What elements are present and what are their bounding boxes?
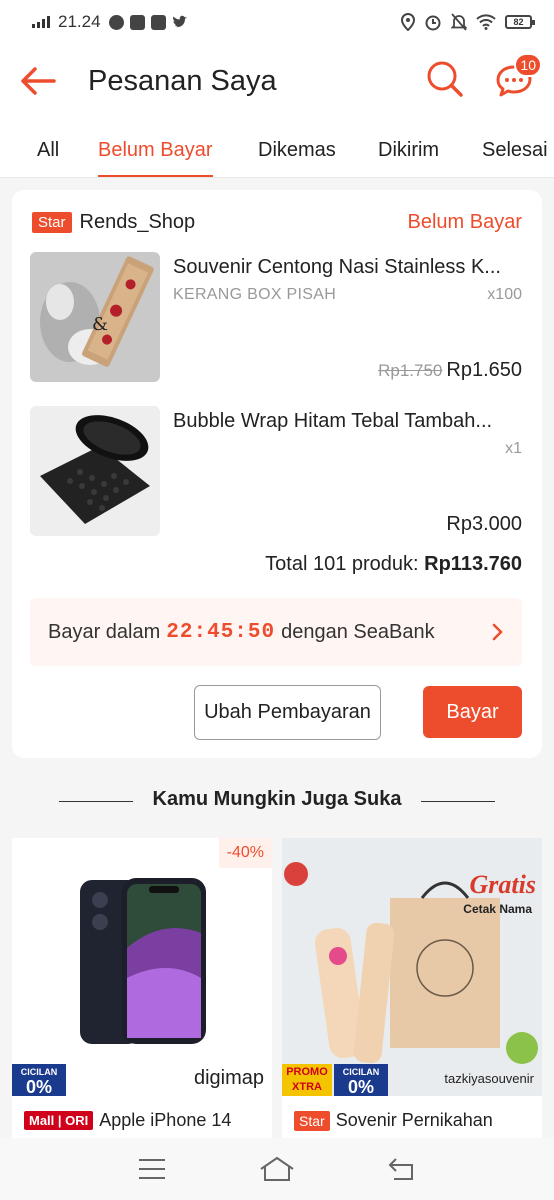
tab-dikemas[interactable]: Dikemas (258, 118, 336, 177)
product-name: Sovenir Pernikahan (335, 1110, 493, 1130)
product-thumbnail-souvenir: & (30, 252, 160, 382)
star-seller-tag: Star (32, 211, 72, 233)
product-card-iphone[interactable]: -40% CICILAN 0% digimap Mall | ORI Apple … (12, 838, 272, 1138)
menu-icon (139, 1159, 166, 1179)
item-final-price: Rp1.650 (446, 359, 522, 381)
product-image-souvenir: Gratis Cetak Nama PROMO XTRA CICILAN 0% ta… (282, 838, 542, 1096)
product-name: Apple iPhone 14 (99, 1110, 232, 1130)
chevron-right-icon (492, 623, 503, 641)
product-title: Mall | ORI Apple iPhone 14 (24, 1110, 266, 1131)
order-item[interactable]: & Souvenir Centong Nasi Stainless K... K… (30, 252, 522, 382)
item-final-price: Rp3.000 (446, 513, 522, 535)
svg-text:&: & (92, 314, 108, 335)
overlay-gratis: Gratis (469, 870, 536, 899)
order-card[interactable]: Star Rends_Shop Belum Bayar & Souvenir C (12, 190, 542, 758)
discount-badge: -40% (218, 838, 272, 868)
status-time: 21.24 (58, 12, 101, 31)
chat-notification-icon (108, 14, 124, 30)
shopee-notification-icon (129, 14, 145, 30)
product-thumbnail-bubble-wrap (30, 406, 160, 536)
cicilan-badge: CICILAN 0% (334, 1064, 388, 1096)
search-icon (427, 61, 463, 97)
payment-deadline-banner[interactable]: Bayar dalam 22:45:50 dengan SeaBank (30, 598, 522, 666)
pay-button[interactable]: Bayar (423, 686, 522, 738)
promo-xtra-badge: PROMO XTRA (282, 1064, 332, 1096)
arrow-left-icon (21, 67, 56, 95)
product-title: Star Sovenir Pernikahan (294, 1110, 536, 1131)
divider-right (421, 801, 495, 802)
menu-nav-button[interactable] (130, 1147, 174, 1191)
mall-ori-tag: Mall | ORI (24, 1111, 94, 1130)
shop-row[interactable]: Star Rends_Shop Belum Bayar (32, 210, 522, 234)
pay-suffix: dengan SeaBank (281, 620, 435, 643)
shop-name: Rends_Shop (79, 210, 196, 233)
home-icon (260, 1156, 294, 1181)
back-nav-button[interactable] (380, 1147, 424, 1191)
tab-belum-bayar[interactable]: Belum Bayar (98, 118, 213, 177)
back-button[interactable] (18, 61, 58, 101)
order-total: Total 101 produk: Rp113.760 (265, 553, 522, 576)
search-button[interactable] (426, 60, 464, 103)
chat-button[interactable]: 10 (492, 53, 542, 101)
item-original-price: Rp1.750 (378, 361, 443, 380)
item-quantity: x100 (487, 286, 522, 303)
status-bar: 21.24 82 (0, 0, 554, 44)
payment-countdown: 22:45:50 (166, 620, 276, 644)
item-name: Bubble Wrap Hitam Tebal Tambah... (173, 410, 493, 432)
back-nav-icon (388, 1158, 413, 1180)
brand-watermark: tazkiyasouvenir (444, 1071, 534, 1086)
total-label: Total 101 produk: (265, 553, 419, 575)
twitter-notification-icon (172, 15, 187, 28)
item-price: Rp3.000 (446, 513, 522, 536)
home-nav-button[interactable] (255, 1147, 299, 1191)
tab-all[interactable]: All (37, 118, 59, 177)
order-item[interactable]: Bubble Wrap Hitam Tebal Tambah... x1 Rp3… (30, 406, 522, 536)
order-status: Belum Bayar (407, 210, 523, 233)
item-variant: KERANG BOX PISAH (173, 286, 337, 303)
star-seller-tag: Star (294, 1110, 330, 1131)
item-quantity: x1 (505, 440, 522, 457)
tab-selesai[interactable]: Selesai (482, 118, 548, 177)
mute-bell-icon (451, 13, 467, 31)
cicilan-badge: CICILAN 0% (12, 1064, 66, 1096)
brand-watermark: digimap (193, 1067, 264, 1089)
alarm-icon (425, 15, 441, 31)
chat-badge: 10 (514, 53, 542, 77)
product-card-souvenir[interactable]: Gratis Cetak Nama PROMO XTRA CICILAN 0% ta… (282, 838, 542, 1138)
tab-dikirim[interactable]: Dikirim (378, 118, 439, 177)
signal-icon (32, 16, 50, 28)
youtube-notification-icon (150, 14, 166, 30)
item-price: Rp1.750 Rp1.650 (378, 359, 522, 382)
pay-prefix: Bayar dalam (48, 620, 161, 643)
change-payment-button[interactable]: Ubah Pembayaran (194, 685, 381, 740)
product-image-iphone: -40% CICILAN 0% digimap (12, 838, 272, 1096)
battery-icon: 82 (505, 15, 535, 29)
location-icon (401, 13, 415, 31)
overlay-cetak-nama: Cetak Nama (463, 902, 532, 916)
recommendation-heading: Kamu Mungkin Juga Suka (152, 788, 402, 810)
system-navigation-bar (0, 1138, 554, 1200)
order-tabs: All Belum Bayar Dikemas Dikirim Selesai (0, 118, 554, 178)
item-name: Souvenir Centong Nasi Stainless K... (173, 256, 501, 278)
app-header: Pesanan Saya 10 (0, 44, 554, 118)
page-title: Pesanan Saya (88, 64, 277, 97)
wifi-icon (476, 14, 496, 30)
total-value: Rp113.760 (424, 553, 522, 575)
